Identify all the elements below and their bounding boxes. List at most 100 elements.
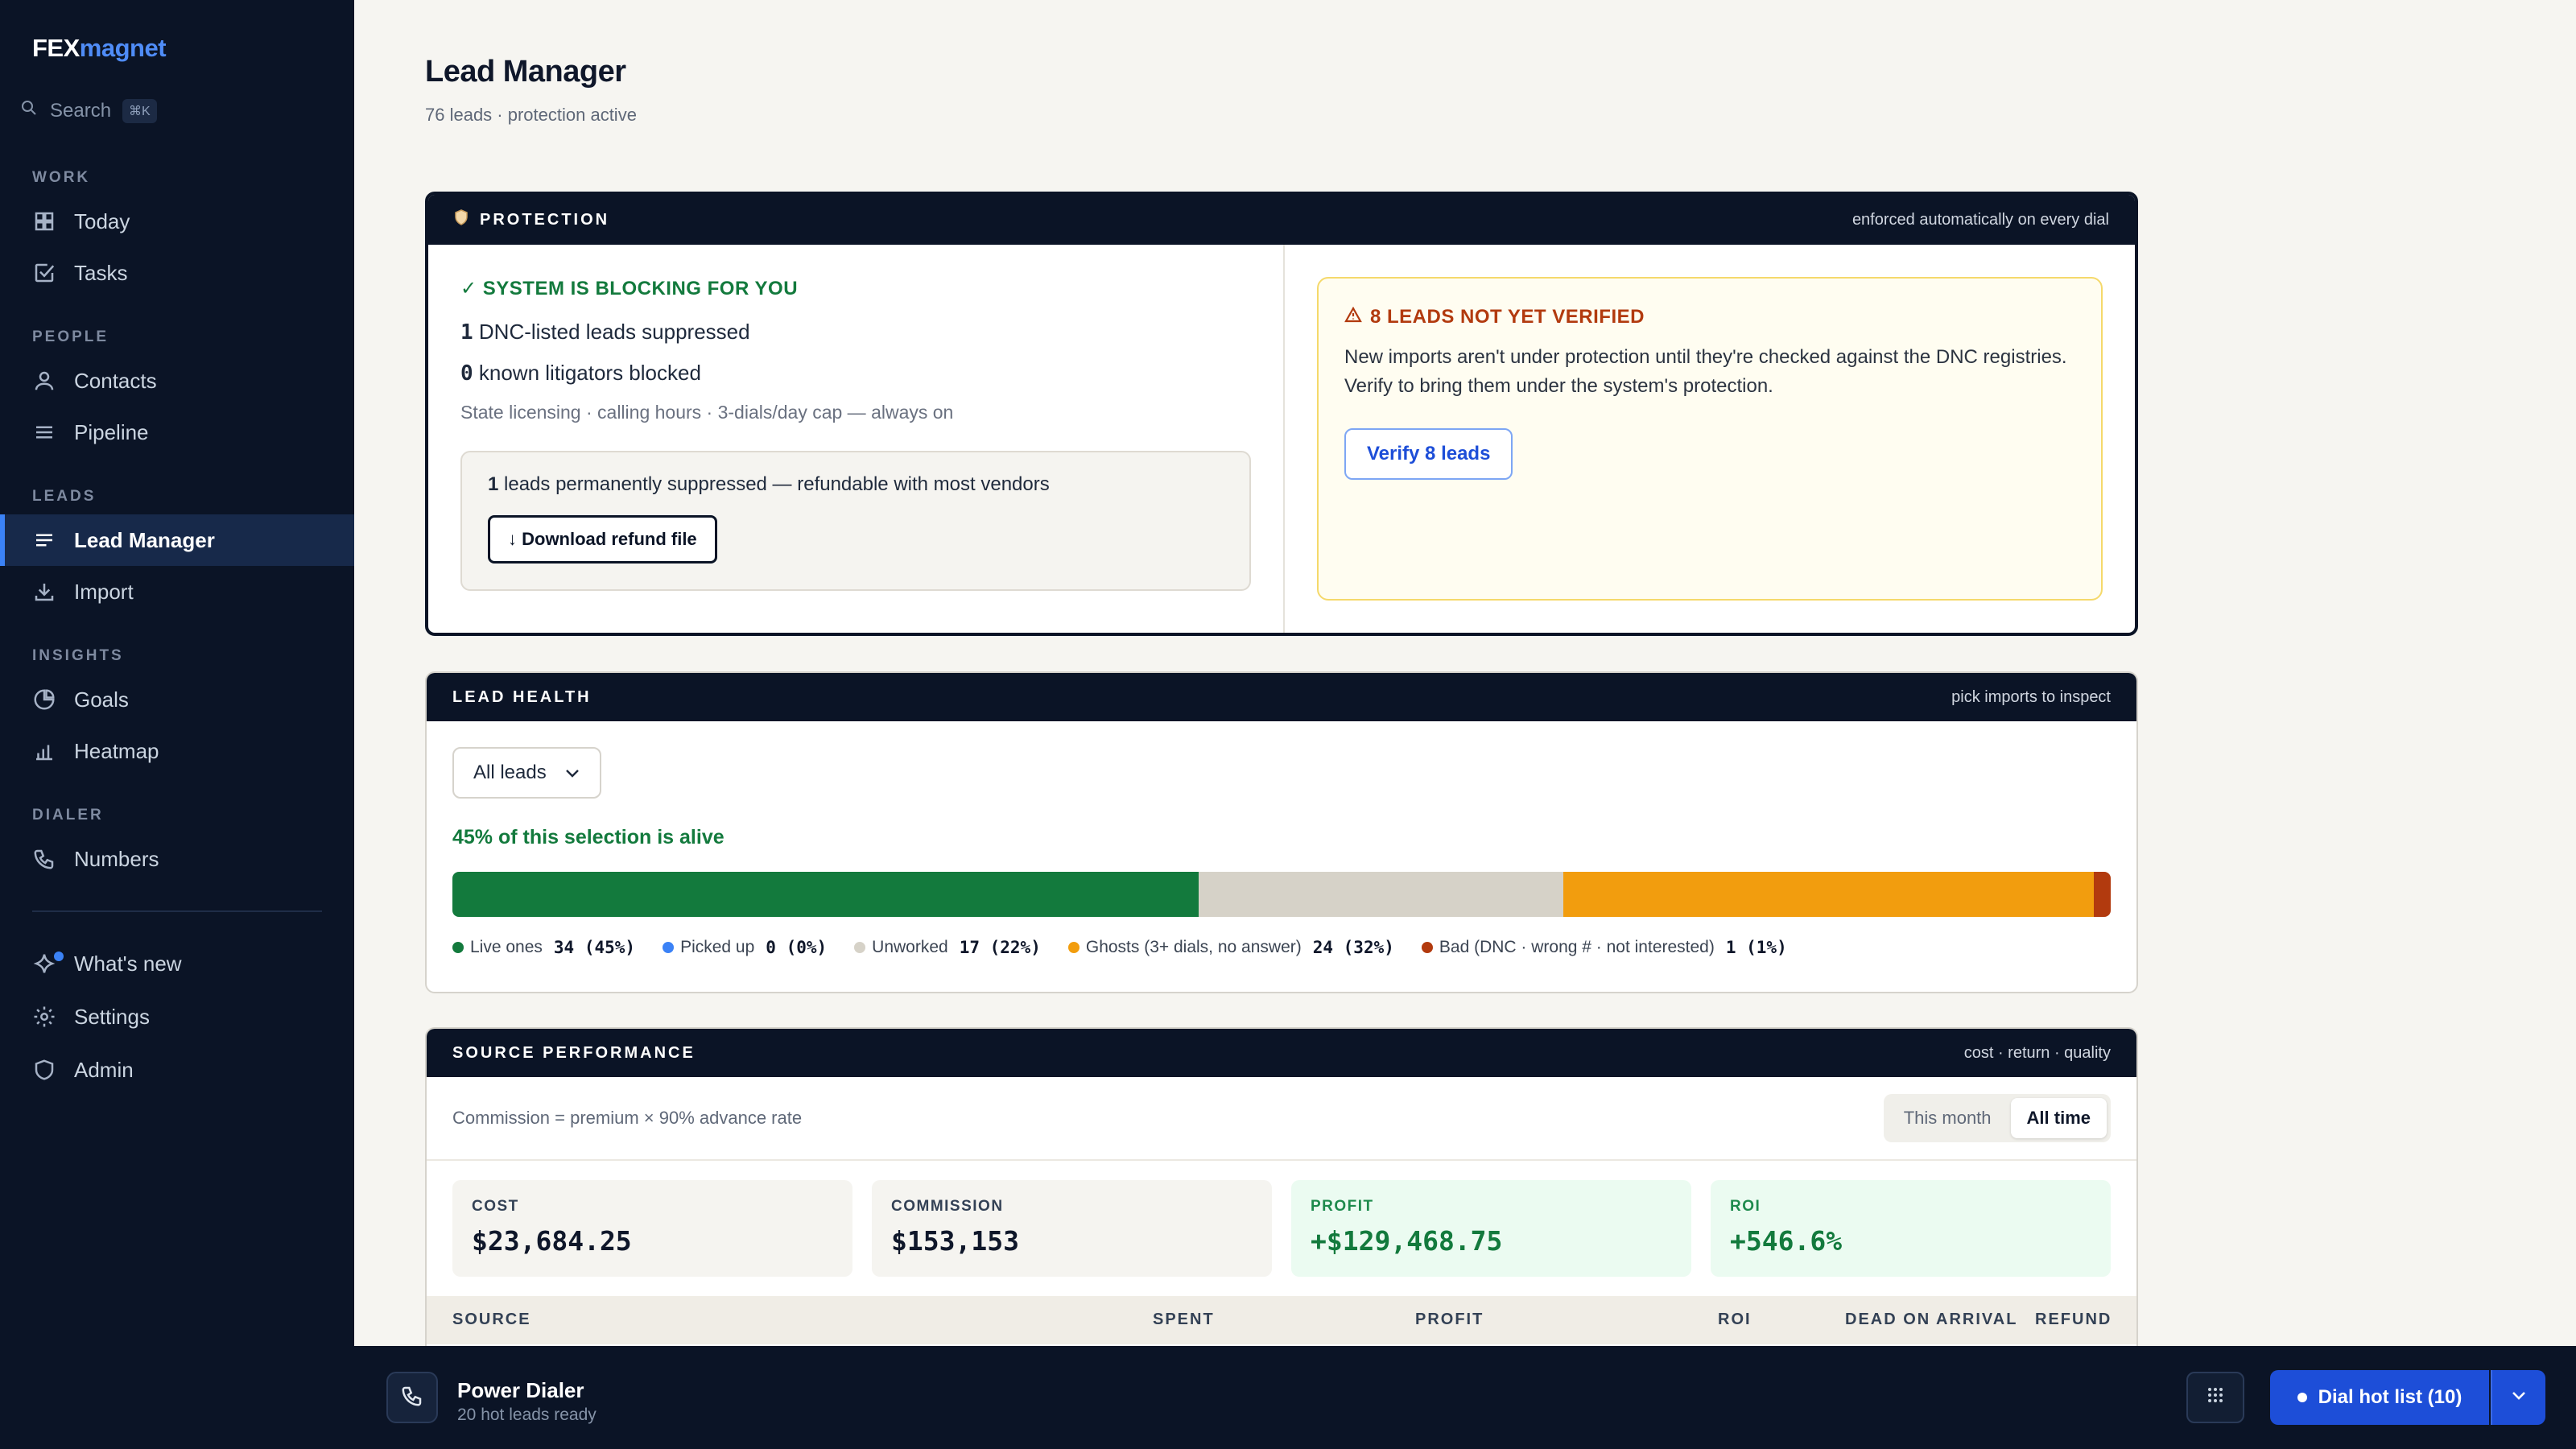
legend-value: 34 (45%)	[553, 938, 636, 957]
refund-box: 1 leads permanently suppressed — refunda…	[460, 451, 1251, 591]
kpi-value: +546.6%	[1730, 1225, 1843, 1257]
power-dialer-bar: Power Dialer 20 hot leads ready Dial hot…	[0, 1346, 2576, 1449]
kpi-value: $23,684.25	[472, 1225, 632, 1257]
dial-hot-list-label: Dial hot list (10)	[2318, 1386, 2462, 1408]
sidebar: FEXmagnet Search ⌘K WORK Today Tasks PEO…	[0, 0, 354, 1346]
verify-leads-button[interactable]: Verify 8 leads	[1344, 428, 1513, 480]
page-title: Lead Manager	[425, 55, 626, 89]
bar-chart-icon	[32, 739, 56, 763]
sidebar-item-numbers[interactable]: Numbers	[0, 833, 354, 885]
legend-dot	[663, 942, 675, 953]
sidebar-item-label: Heatmap	[74, 738, 159, 763]
lead-health-title: LEAD HEALTH	[452, 687, 592, 706]
warning-box: 8 LEADS NOT YET VERIFIED New imports are…	[1317, 277, 2103, 601]
sidebar-item-label: Lead Manager	[74, 527, 215, 552]
sidebar-item-heatmap[interactable]: Heatmap	[0, 725, 354, 777]
legend-dot	[1067, 942, 1080, 953]
section-work: WORK	[32, 169, 91, 186]
legend-label: Live ones	[470, 938, 543, 956]
protection-title: PROTECTION	[480, 210, 610, 229]
legend-item: Live ones 34 (45%)	[452, 938, 635, 957]
search-button[interactable]: Search ⌘K	[19, 98, 157, 123]
sidebar-item-admin[interactable]: Admin	[0, 1044, 354, 1096]
kpi-label: PROFIT	[1311, 1198, 1374, 1215]
kpi-value: +$129,468.75	[1311, 1225, 1503, 1257]
sidebar-item-pipeline[interactable]: Pipeline	[0, 407, 354, 458]
legend-label: Ghosts (3+ dials, no answer)	[1085, 938, 1302, 956]
kpi-label: COST	[472, 1198, 519, 1215]
sidebar-item-label: Tasks	[74, 260, 128, 285]
sidebar-item-label: Numbers	[74, 846, 159, 871]
legend-item: Ghosts (3+ dials, no answer) 24 (32%)	[1067, 938, 1394, 957]
sidebar-item-label: Import	[74, 579, 134, 604]
menu-icon	[32, 420, 56, 444]
sidebar-item-import[interactable]: Import	[0, 566, 354, 617]
column-roi[interactable]: ROI	[1718, 1311, 1752, 1329]
legend-item: Unworked 17 (22%)	[854, 938, 1041, 957]
import-select-value: All leads	[473, 762, 547, 783]
refund-text: leads permanently suppressed — refundabl…	[504, 473, 1050, 495]
gear-icon	[32, 1005, 56, 1029]
lead-health-legend: Live ones 34 (45%) Picked up 0 (0%) Unworked…	[452, 938, 2111, 957]
section-leads: LEADS	[32, 488, 97, 505]
column-spent[interactable]: SPENT	[1153, 1311, 1215, 1329]
kpi-value: $153,153	[891, 1225, 1019, 1257]
lead-health-note: pick imports to inspect	[1951, 687, 2111, 706]
chevron-down-icon	[2511, 1390, 2527, 1405]
download-refund-button[interactable]: ↓ Download refund file	[488, 515, 717, 564]
rules-line: State licensing · calling hours · 3-dial…	[460, 402, 954, 423]
column-source[interactable]: SOURCE	[452, 1311, 531, 1329]
period-toggle: This month All time	[1883, 1094, 2111, 1142]
dial-options-button[interactable]	[2491, 1370, 2545, 1425]
column-dead-on-arrival[interactable]: DEAD ON ARRIVAL	[1845, 1311, 2017, 1329]
search-label: Search	[50, 99, 112, 122]
sidebar-item-today[interactable]: Today	[0, 196, 354, 247]
keypad-button[interactable]	[2186, 1372, 2244, 1423]
lead-health-bar	[452, 872, 2111, 917]
sidebar-item-goals[interactable]: Goals	[0, 674, 354, 725]
legend-label: Unworked	[872, 938, 948, 956]
alive-summary: 45% of this selection is alive	[452, 826, 724, 848]
brand-part1: FEX	[32, 34, 80, 62]
warning-text: New imports aren't under protection unti…	[1344, 346, 2067, 397]
shield-icon	[454, 209, 469, 230]
legend-item: Bad (DNC · wrong # · not interested) 1 (1…	[1421, 938, 1787, 957]
litigator-text: known litigators blocked	[478, 361, 701, 385]
checkbox-icon	[32, 261, 56, 285]
chevron-down-icon	[564, 762, 580, 784]
phone-icon	[400, 1384, 424, 1412]
dialer-phone-button[interactable]	[386, 1372, 438, 1423]
sidebar-item-label: Contacts	[74, 368, 157, 393]
legend-label: Bad (DNC · wrong # · not interested)	[1439, 938, 1715, 956]
phone-icon	[32, 847, 56, 871]
blocking-title: ✓ SYSTEM IS BLOCKING FOR YOU	[460, 278, 799, 299]
sidebar-item-settings[interactable]: Settings	[0, 991, 354, 1042]
legend-dot	[854, 942, 866, 953]
column-refund[interactable]: REFUND	[2035, 1311, 2112, 1329]
protection-header: PROTECTION enforced automatically on eve…	[428, 195, 2135, 245]
page-subtitle: 76 leads · protection active	[425, 105, 637, 125]
kpi-commission: COMMISSION $153,153	[872, 1180, 1272, 1277]
tab-this-month[interactable]: This month	[1888, 1098, 2008, 1138]
sidebar-item-label: Pipeline	[74, 419, 149, 444]
list-icon	[32, 528, 56, 552]
section-people: PEOPLE	[32, 328, 109, 345]
pie-icon	[32, 687, 56, 712]
user-icon	[32, 369, 56, 393]
sidebar-item-contacts[interactable]: Contacts	[0, 355, 354, 407]
tab-all-time[interactable]: All time	[2010, 1098, 2107, 1138]
legend-value: 0 (0%)	[766, 938, 828, 957]
dial-hot-list-button[interactable]: Dial hot list (10)	[2270, 1370, 2489, 1425]
sidebar-item-lead-manager[interactable]: Lead Manager	[0, 514, 354, 566]
refund-count: 1	[488, 473, 499, 495]
source-performance-title: SOURCE PERFORMANCE	[452, 1043, 696, 1062]
keypad-icon	[2205, 1385, 2226, 1410]
import-select[interactable]: All leads	[452, 747, 601, 799]
sidebar-item-whats-new[interactable]: What's new	[0, 938, 354, 989]
grid-icon	[32, 209, 56, 233]
sidebar-item-tasks[interactable]: Tasks	[0, 247, 354, 299]
brand-logo[interactable]: FEXmagnet	[32, 34, 167, 63]
dnc-text: DNC-listed leads suppressed	[478, 320, 750, 344]
section-dialer: DIALER	[32, 807, 104, 824]
column-profit[interactable]: PROFIT	[1415, 1311, 1484, 1329]
